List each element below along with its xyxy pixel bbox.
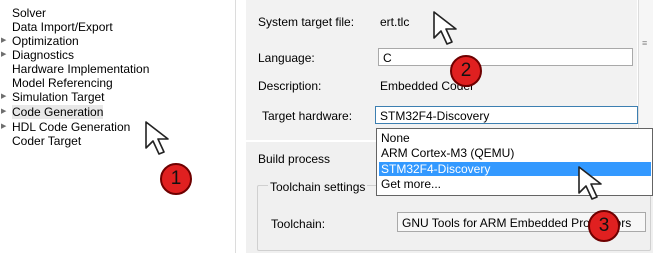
pointer-cursor-icon [578,166,602,200]
pane-divider[interactable] [235,0,236,253]
language-label: Language: [258,51,315,65]
target-hardware-dropdown: None ARM Cortex-M3 (QEMU) STM32F4-Discov… [376,128,653,196]
pointer-cursor-icon [433,11,457,45]
step-badge-1: 1 [160,163,192,195]
tree-item-label: Model Referencing [12,76,113,90]
tree-item-label: Diagnostics [12,48,75,62]
description-label: Description: [258,79,322,93]
expand-arrow-icon[interactable]: ▶ [1,120,6,134]
tree-item-label: Code Generation [12,105,104,119]
tree-item-label: Coder Target [12,134,82,148]
vertical-scrollbar[interactable] [638,0,653,140]
tree-item-label: Hardware Implementation [12,62,150,76]
target-hardware-value: STM32F4-Discovery [380,109,490,123]
step-badge-3: 3 [588,210,620,242]
tree-item-label: Solver [12,6,47,20]
config-tree: Solver Data Import/Export ▶ Optimization … [0,0,235,253]
tree-item-label: Simulation Target [12,90,105,104]
toolchain-label: Toolchain: [271,217,326,231]
tree-item-label: HDL Code Generation [12,120,131,134]
system-target-file-label: System target file: [258,15,355,29]
expand-arrow-icon[interactable]: ▶ [1,90,6,104]
target-hardware-label: Target hardware: [262,109,353,123]
system-target-file-value: ert.tlc [380,15,410,29]
pointer-cursor-icon [145,121,169,155]
step-badge-2: 2 [450,55,482,87]
language-value: C [383,51,392,65]
expand-arrow-icon[interactable]: ▶ [1,34,6,48]
language-select[interactable]: C [378,48,633,66]
dropdown-option-none[interactable]: None [379,131,410,145]
toolchain-settings-label: Toolchain settings [268,180,368,194]
expand-arrow-icon[interactable]: ▶ [1,105,6,119]
tree-item-label: Optimization [12,34,79,48]
dropdown-option-get-more[interactable]: Get more... [379,177,441,191]
scroll-grip-icon: ≡ [642,38,648,48]
build-process-group-label: Build process [258,152,331,166]
dropdown-option-arm-cortex-m3[interactable]: ARM Cortex-M3 (QEMU) [379,146,514,160]
expand-arrow-icon[interactable]: ▶ [1,48,6,62]
target-hardware-select[interactable]: STM32F4-Discovery [375,106,638,124]
tree-item-label: Data Import/Export [12,20,113,34]
